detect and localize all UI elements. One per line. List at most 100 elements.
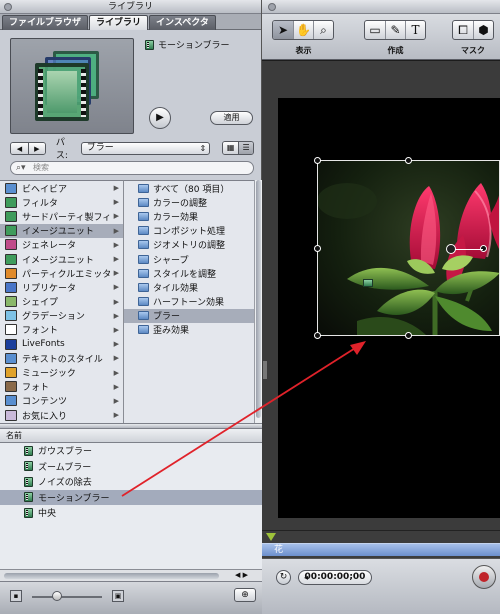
layer-bounding-box[interactable]	[314, 157, 500, 339]
subcategory-item[interactable]: タイル効果	[124, 280, 254, 294]
play-preview-button[interactable]: ▶	[149, 107, 171, 129]
rectangle-tool-icon[interactable]: ▭	[365, 21, 385, 39]
list-item[interactable]: モーションブラー	[0, 489, 262, 505]
small-icon-size-icon[interactable]: ▪	[10, 590, 22, 602]
icon-size-slider-knob[interactable]	[52, 591, 62, 601]
disclosure-arrow-icon: ▶	[113, 240, 119, 249]
subcategory-item[interactable]: シャープ	[124, 252, 254, 266]
list-item[interactable]: ノイズの除去	[0, 474, 262, 490]
category-item[interactable]: フォント ▶	[0, 323, 123, 337]
list-horizontal-scrollbar[interactable]: ◀ ▶	[0, 569, 262, 581]
tab-inspector[interactable]: インスペクタ	[149, 15, 216, 30]
image-units-icon	[5, 225, 17, 237]
subcategory-item[interactable]: ブラー	[124, 308, 254, 323]
horizontal-scroll-thumb[interactable]	[4, 573, 219, 579]
category-item[interactable]: ミュージック ▶	[0, 365, 123, 379]
filter-icon	[24, 507, 33, 518]
subcategory-label: シャープ	[153, 255, 189, 266]
list-view-icon[interactable]: ☰	[238, 142, 253, 154]
icon-view-icon[interactable]: ▦	[223, 142, 239, 154]
timecode-display[interactable]: 00:00:00;00	[298, 570, 372, 585]
category-item[interactable]: ビヘイビア ▶	[0, 181, 123, 195]
subcategory-item[interactable]: スタイルを調整	[124, 266, 254, 280]
close-window-icon[interactable]	[4, 3, 12, 11]
viewer-resize-grip[interactable]	[263, 361, 267, 379]
mask-bezier-icon[interactable]: ⬢	[473, 21, 493, 39]
category-label: グラデーション	[22, 312, 85, 323]
category-label: LiveFonts	[22, 339, 65, 350]
large-icon-size-icon[interactable]: ▣	[112, 590, 124, 602]
category-item[interactable]: フィルタ ▶	[0, 195, 123, 209]
category-item[interactable]: フォト ▶	[0, 380, 123, 394]
bezier-tool-icon[interactable]: ✎	[385, 21, 405, 39]
back-arrow-icon[interactable]: ◀	[11, 142, 28, 154]
handle-top-left[interactable]	[314, 157, 321, 164]
playhead-marker-icon[interactable]	[266, 533, 276, 541]
icon-size-slider[interactable]	[32, 596, 102, 598]
subcategory-item[interactable]: ハーフトーン効果	[124, 295, 254, 309]
category-item[interactable]: パーティクルエミッタ ▶	[0, 266, 123, 280]
category-item[interactable]: リプリケータ ▶	[0, 280, 123, 294]
pan-hand-icon[interactable]: ✋	[293, 21, 313, 39]
category-item[interactable]: お気に入り ▶	[0, 408, 123, 422]
category-item[interactable]: イメージユニット ▶	[0, 223, 123, 238]
path-select[interactable]: ブラー	[80, 141, 211, 155]
list-item[interactable]: 中央	[0, 505, 262, 521]
loop-icon[interactable]: ↻	[276, 570, 291, 585]
subcategory-item[interactable]: ジオメトリの調整	[124, 238, 254, 252]
category-item[interactable]: シェイプ ▶	[0, 295, 123, 309]
gradient-icon	[5, 310, 17, 322]
filter-icon	[145, 39, 154, 50]
apply-button[interactable]: 適用	[210, 111, 253, 125]
fonts-icon	[5, 324, 17, 336]
zoom-icon[interactable]: ⌕	[313, 21, 333, 39]
category-item[interactable]: サードパーティ製フィ ▶	[0, 209, 123, 223]
library-panel: ライブラリ ファイルブラウザ ライブラリ インスペクタ モーションブラー ▶ 適…	[0, 0, 262, 614]
disclosure-arrow-icon: ▶	[113, 198, 119, 207]
subcategory-item[interactable]: すべて（80 項目）	[124, 181, 254, 195]
photos-icon	[5, 381, 17, 393]
list-header-name[interactable]: 名前	[0, 429, 262, 443]
timeline-layer-bar[interactable]: 花	[262, 543, 500, 556]
folder-icon: ⊕	[241, 590, 249, 600]
mini-timeline[interactable]: 花	[262, 530, 500, 558]
handle-top[interactable]	[405, 157, 412, 164]
tab-library[interactable]: ライブラリ	[89, 15, 149, 30]
disclosure-arrow-icon: ▶	[113, 311, 119, 320]
category-item[interactable]: イメージユニット ▶	[0, 252, 123, 266]
subcategory-label: ジオメトリの調整	[153, 241, 226, 252]
search-field[interactable]: ⌕▾ 検索	[10, 161, 254, 175]
subcategory-item[interactable]: 歪み効果	[124, 323, 254, 337]
text-tool-icon[interactable]: T	[405, 21, 425, 39]
category-item[interactable]: コンテンツ ▶	[0, 394, 123, 408]
record-button[interactable]	[472, 565, 496, 589]
category-label: ジェネレータ	[22, 241, 77, 252]
window-button-icon[interactable]	[268, 3, 276, 11]
canvas-toolbar: ➤ ✋ ⌕ 表示 ▭ ✎ T 作成 ⧠ ⬢ マスク	[262, 14, 500, 60]
handle-bottom[interactable]	[405, 332, 412, 339]
library-titlebar: ライブラリ	[0, 0, 261, 14]
forward-arrow-icon[interactable]: ▶	[27, 142, 45, 154]
disclosure-arrow-icon: ▶	[113, 269, 119, 278]
content-icon	[5, 395, 17, 407]
handle-left[interactable]	[314, 245, 321, 252]
folder-icon	[138, 183, 149, 193]
list-item[interactable]: ガウスブラー	[0, 443, 262, 459]
tab-file-browser[interactable]: ファイルブラウザ	[2, 15, 89, 30]
category-item[interactable]: ジェネレータ ▶	[0, 238, 123, 252]
mask-rect-icon[interactable]: ⧠	[453, 21, 473, 39]
disclosure-arrow-icon: ▶	[113, 396, 119, 405]
category-item[interactable]: テキストのスタイル ▶	[0, 351, 123, 365]
subcategory-scroll-thumb[interactable]	[256, 180, 261, 418]
select-arrow-icon[interactable]: ➤	[273, 21, 293, 39]
subcategory-item[interactable]: カラーの調整	[124, 195, 254, 209]
category-item[interactable]: LiveFonts ▶	[0, 337, 123, 351]
handle-bottom-left[interactable]	[314, 332, 321, 339]
subcategory-item[interactable]: カラー効果	[124, 209, 254, 223]
subcategory-item[interactable]: コンポジット処理	[124, 224, 254, 238]
category-item[interactable]: グラデーション ▶	[0, 309, 123, 323]
scroll-arrows-icon[interactable]: ◀ ▶	[235, 571, 248, 579]
list-item[interactable]: ズームブラー	[0, 459, 262, 475]
new-folder-button[interactable]: ⊕	[234, 588, 256, 602]
subcategory-scrollbar[interactable]	[254, 180, 262, 423]
